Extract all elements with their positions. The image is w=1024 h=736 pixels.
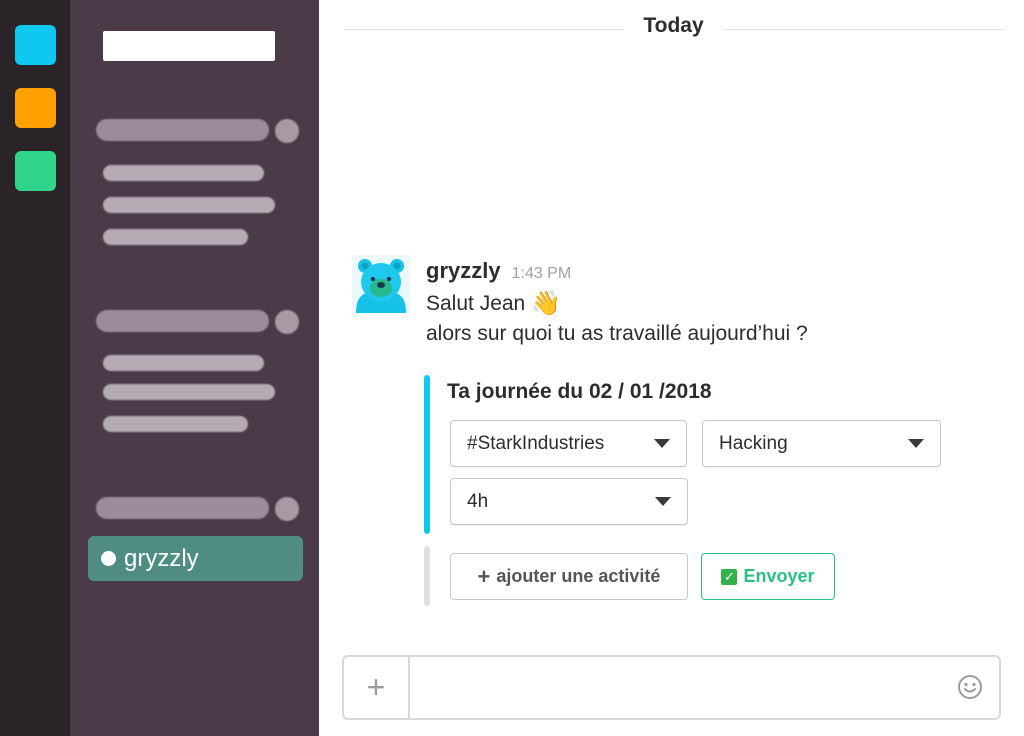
workspace-rail: [0, 0, 70, 736]
sidebar-item-gryzzly[interactable]: gryzzly: [88, 536, 303, 581]
section-add-icon[interactable]: [275, 119, 299, 143]
add-activity-button[interactable]: + ajouter une activité: [450, 553, 688, 600]
message-text: alors sur quoi tu as travaillé aujourd’h…: [426, 322, 808, 345]
section-add-icon[interactable]: [275, 310, 299, 334]
message-line: Salut Jean 👋: [426, 289, 561, 318]
workspace-icon-3[interactable]: [15, 151, 56, 191]
day-divider-line: [723, 29, 1005, 30]
attachment-title: Ta journée du 02 / 01 /2018: [447, 380, 712, 403]
channel-sidebar: gryzzly: [70, 0, 319, 736]
section-header-placeholder: [96, 310, 269, 332]
channel-item-placeholder[interactable]: [103, 355, 264, 371]
channel-item-placeholder[interactable]: [103, 229, 248, 245]
emoji-smiley-icon[interactable]: [957, 674, 983, 700]
message-text: Salut Jean: [426, 291, 526, 315]
channel-item-placeholder[interactable]: [103, 384, 275, 400]
actions-accent-bar: [424, 546, 430, 606]
waving-hand-icon: 👋: [531, 290, 562, 317]
caret-down-icon: [908, 439, 924, 448]
select-value: 4h: [467, 490, 489, 512]
send-label: Envoyer: [743, 566, 815, 586]
workspace-icon-1[interactable]: [15, 25, 56, 65]
channel-item-placeholder[interactable]: [103, 165, 264, 181]
workspace-icon-2[interactable]: [15, 88, 56, 128]
plus-icon: +: [477, 563, 491, 589]
message-header: gryzzly 1:43 PM: [426, 258, 571, 284]
section-add-icon[interactable]: [275, 497, 299, 521]
section-header-placeholder: [96, 497, 269, 519]
activity-select[interactable]: Hacking: [702, 420, 941, 467]
project-select[interactable]: #StarkIndustries: [450, 420, 687, 467]
message-author[interactable]: gryzzly: [426, 258, 501, 284]
attach-plus-icon[interactable]: +: [344, 657, 410, 718]
conversation-pane: Today gryzzly 1:43 PM Salut Jean 👋 alors…: [319, 0, 1024, 736]
attachment-accent-bar: [424, 375, 430, 534]
add-activity-label: ajouter une activité: [496, 566, 661, 586]
select-value: #StarkIndustries: [467, 432, 605, 454]
caret-down-icon: [655, 497, 671, 506]
message-timestamp[interactable]: 1:43 PM: [512, 265, 572, 283]
checkmark-icon: ✓: [721, 568, 738, 585]
channel-item-placeholder[interactable]: [103, 416, 248, 432]
message-composer[interactable]: +: [342, 655, 1001, 720]
channel-item-placeholder[interactable]: [103, 197, 275, 213]
select-value: Hacking: [719, 432, 788, 454]
send-button[interactable]: ✓ Envoyer: [701, 553, 835, 600]
search-input[interactable]: [103, 31, 275, 61]
sidebar-item-label: gryzzly: [124, 544, 199, 572]
duration-select[interactable]: 4h: [450, 478, 688, 525]
day-divider-label: Today: [643, 14, 704, 37]
section-header-placeholder: [96, 119, 269, 141]
caret-down-icon: [654, 439, 670, 448]
bear-avatar-icon[interactable]: [352, 255, 410, 313]
presence-dot-icon: [101, 551, 116, 566]
day-divider-line: [344, 29, 624, 30]
